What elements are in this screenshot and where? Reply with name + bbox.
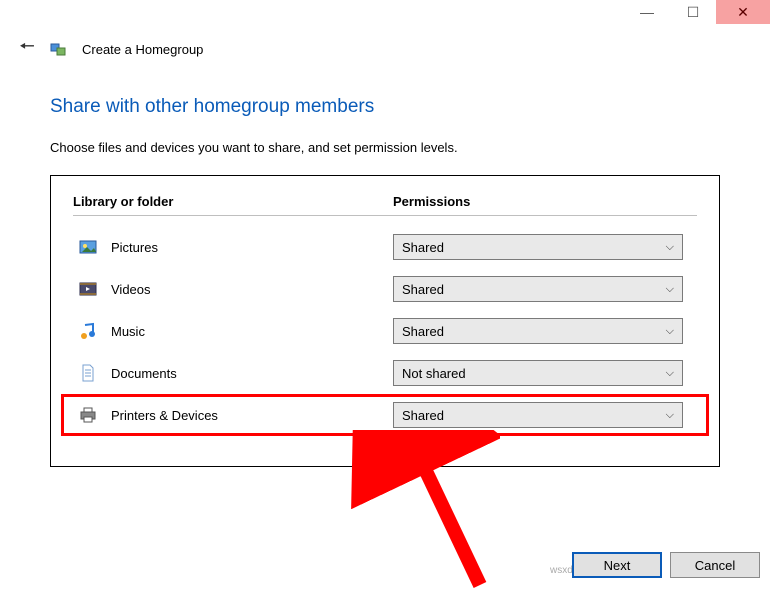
- table-row: Documents Not shared ⌵: [73, 352, 697, 394]
- music-icon: [79, 322, 97, 340]
- permission-dropdown-printers[interactable]: Shared ⌵: [393, 402, 683, 428]
- library-label: Pictures: [111, 240, 158, 255]
- pictures-icon: [79, 238, 97, 256]
- permission-dropdown-pictures[interactable]: Shared ⌵: [393, 234, 683, 260]
- chevron-down-icon: ⌵: [666, 367, 674, 380]
- documents-icon: [79, 364, 97, 382]
- library-label: Videos: [111, 282, 151, 297]
- footer-buttons: Next Cancel: [572, 552, 760, 578]
- dropdown-value: Not shared: [402, 366, 466, 381]
- chevron-down-icon: ⌵: [666, 409, 674, 422]
- instruction-text: Choose files and devices you want to sha…: [50, 140, 720, 155]
- table-row-highlighted: Printers & Devices Shared ⌵: [73, 394, 697, 436]
- chevron-down-icon: ⌵: [666, 325, 674, 338]
- title-bar: — ☐ ✕: [0, 0, 770, 28]
- library-label: Printers & Devices: [111, 408, 218, 423]
- dropdown-value: Shared: [402, 324, 444, 339]
- dropdown-value: Shared: [402, 240, 444, 255]
- next-button[interactable]: Next: [572, 552, 662, 578]
- minimize-button[interactable]: —: [624, 0, 670, 24]
- chevron-down-icon: ⌵: [666, 241, 674, 254]
- window-title: Create a Homegroup: [82, 42, 203, 57]
- permission-dropdown-documents[interactable]: Not shared ⌵: [393, 360, 683, 386]
- printers-icon: [79, 406, 97, 424]
- maximize-button[interactable]: ☐: [670, 0, 716, 24]
- permission-dropdown-videos[interactable]: Shared ⌵: [393, 276, 683, 302]
- table-row: Music Shared ⌵: [73, 310, 697, 352]
- table-row: Pictures Shared ⌵: [73, 226, 697, 268]
- videos-icon: [79, 280, 97, 298]
- table-row: Videos Shared ⌵: [73, 268, 697, 310]
- library-label: Documents: [111, 366, 177, 381]
- dropdown-value: Shared: [402, 282, 444, 297]
- permission-dropdown-music[interactable]: Shared ⌵: [393, 318, 683, 344]
- library-label: Music: [111, 324, 145, 339]
- cancel-button[interactable]: Cancel: [670, 552, 760, 578]
- content-area: Share with other homegroup members Choos…: [0, 96, 770, 467]
- header-permissions: Permissions: [393, 194, 470, 209]
- page-title: Share with other homegroup members: [50, 96, 720, 118]
- dropdown-value: Shared: [402, 408, 444, 423]
- table-header: Library or folder Permissions: [73, 190, 697, 216]
- close-button[interactable]: ✕: [716, 0, 770, 24]
- share-panel: Library or folder Permissions Pictures S…: [50, 175, 720, 467]
- header-library: Library or folder: [73, 194, 393, 209]
- wizard-header: 🠔 Create a Homegroup: [0, 28, 770, 82]
- back-arrow-icon[interactable]: 🠔: [18, 34, 36, 64]
- homegroup-icon: [50, 40, 68, 58]
- chevron-down-icon: ⌵: [666, 283, 674, 296]
